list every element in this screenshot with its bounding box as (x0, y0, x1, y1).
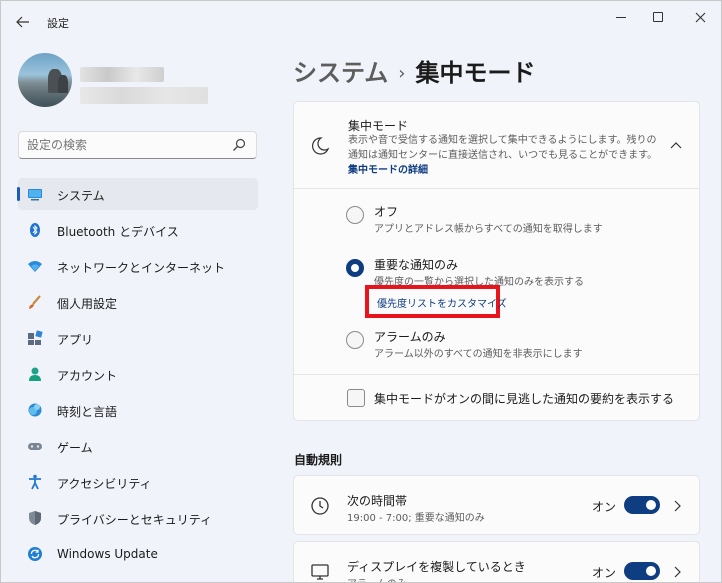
apps-icon (28, 330, 43, 345)
sidebar-item-windows-update[interactable]: Windows Update (18, 538, 258, 570)
breadcrumb: システム › 集中モード (293, 53, 535, 88)
radio-priority-only[interactable] (346, 259, 364, 277)
option-label: アラームのみ (374, 330, 446, 344)
minimize-icon (616, 16, 626, 18)
page-title: 集中モード (415, 59, 536, 87)
sidebar-item-system[interactable]: システム (17, 178, 258, 210)
toggle-state-label: オン (592, 566, 617, 580)
sidebar-item-time-language[interactable]: 時刻と言語 (18, 394, 258, 426)
breadcrumb-parent[interactable]: システム (293, 59, 388, 87)
sidebar-item-accessibility[interactable]: アクセシビリティ (18, 466, 258, 498)
rule-description: アラームのみ (347, 575, 407, 582)
sidebar-item-label: 時刻と言語 (57, 405, 118, 419)
sidebar-item-label: ネットワークとインターネット (57, 261, 226, 275)
radio-alarms-only[interactable] (346, 331, 364, 349)
settings-search[interactable] (18, 131, 257, 159)
radio-off[interactable] (346, 206, 364, 224)
rule-toggle[interactable] (624, 562, 660, 580)
accounts-icon (29, 367, 41, 381)
gaming-icon (28, 443, 42, 450)
focus-mode-title: 集中モード (348, 119, 409, 133)
rule-duplicating-display[interactable]: ディスプレイを複製しているとき アラームのみ オン (293, 541, 700, 582)
sidebar-item-label: プライバシーとセキュリティ (57, 513, 213, 527)
system-icon (28, 189, 42, 201)
sidebar-item-label: Windows Update (57, 547, 158, 561)
option-description: アラーム以外のすべての通知を非表示にします (374, 349, 583, 360)
sidebar-item-label: 個人用設定 (57, 297, 118, 311)
sidebar-item-privacy[interactable]: プライバシーとセキュリティ (18, 502, 258, 534)
customize-priority-list-highlight: 優先度リストをカスタマイズ (365, 285, 507, 318)
back-button[interactable] (11, 11, 35, 33)
rule-title: ディスプレイを複製しているとき (347, 560, 526, 574)
title-bar: 設定 (1, 1, 721, 43)
description-text: 表示や音で受信する通知を選択して集中できるようにします。残りの通知は通知センター… (348, 135, 658, 161)
moon-icon (312, 137, 330, 155)
maximize-icon (653, 12, 663, 22)
option-label: 重要な通知のみ (374, 258, 459, 272)
breadcrumb-separator: › (398, 63, 406, 84)
settings-window: 設定 システム Bluetooth とデバイス ネットワークとインターネット (0, 0, 722, 583)
sidebar-item-label: ゲーム (57, 441, 93, 455)
avatar (18, 53, 72, 107)
toggle-state-label: オン (592, 500, 617, 514)
sidebar-item-label: システム (57, 189, 105, 203)
rule-toggle[interactable] (624, 496, 660, 514)
sidebar-item-label: アクセシビリティ (57, 477, 152, 491)
close-icon (695, 12, 705, 22)
monitor-icon (311, 564, 329, 580)
rule-time-range[interactable]: 次の時間帯 19:00 - 7:00; 重要な通知のみ オン (293, 475, 700, 535)
maximize-button[interactable] (643, 7, 673, 27)
focus-mode-description: 表示や音で受信する通知を選択して集中できるようにします。残りの通知は通知センター… (348, 133, 660, 178)
app-title: 設定 (47, 17, 69, 30)
back-arrow-icon (16, 16, 29, 28)
sidebar-item-apps[interactable]: アプリ (18, 322, 258, 354)
sidebar-item-personalization[interactable]: 個人用設定 (18, 286, 258, 318)
summary-label: 集中モードがオンの間に見逃した通知の要約を表示する (374, 392, 675, 406)
customize-priority-list-link[interactable]: 優先度リストをカスタマイズ (377, 295, 507, 310)
chevron-right-icon[interactable] (672, 500, 682, 512)
summary-option[interactable]: 集中モードがオンの間に見逃した通知の要約を表示する (294, 374, 699, 420)
bluetooth-icon (30, 223, 40, 237)
user-name-redacted (80, 67, 164, 82)
chevron-up-icon[interactable] (670, 140, 682, 152)
sidebar-item-accounts[interactable]: アカウント (18, 358, 258, 390)
sidebar-item-gaming[interactable]: ゲーム (18, 430, 258, 462)
sidebar-item-network[interactable]: ネットワークとインターネット (18, 250, 258, 282)
option-description: アプリとアドレス帳からすべての通知を取得します (374, 224, 603, 235)
minimize-button[interactable] (606, 7, 636, 27)
chevron-right-icon[interactable] (672, 566, 682, 578)
time-language-icon (28, 403, 42, 417)
focus-mode-details-link[interactable]: 集中モードの詳細 (348, 165, 428, 176)
sidebar-item-bluetooth[interactable]: Bluetooth とデバイス (18, 214, 258, 246)
personalization-icon (29, 295, 41, 309)
focus-mode-header[interactable]: 集中モード 表示や音で受信する通知を選択して集中できるようにします。残りの通知は… (294, 102, 699, 189)
sidebar-item-label: アカウント (57, 369, 118, 383)
focus-mode-card: 集中モード 表示や音で受信する通知を選択して集中できるようにします。残りの通知は… (293, 101, 700, 421)
windows-update-icon (28, 547, 42, 561)
automatic-rules-heading: 自動規則 (294, 453, 343, 467)
user-email-redacted (80, 87, 208, 104)
sidebar-nav: システム Bluetooth とデバイス ネットワークとインターネット 個人用設… (17, 178, 258, 574)
rule-title: 次の時間帯 (347, 494, 408, 508)
search-icon[interactable] (232, 138, 246, 152)
accessibility-icon (29, 474, 41, 490)
summary-checkbox[interactable] (347, 389, 365, 407)
shield-icon (29, 511, 41, 525)
network-icon (28, 261, 42, 272)
rule-description: 19:00 - 7:00; 重要な通知のみ (347, 513, 485, 524)
sidebar-item-label: アプリ (57, 333, 94, 347)
option-label: オフ (374, 205, 399, 219)
search-input[interactable] (27, 138, 227, 152)
sidebar-item-label: Bluetooth とデバイス (57, 225, 179, 239)
close-button[interactable] (685, 7, 715, 27)
clock-icon (311, 497, 329, 515)
